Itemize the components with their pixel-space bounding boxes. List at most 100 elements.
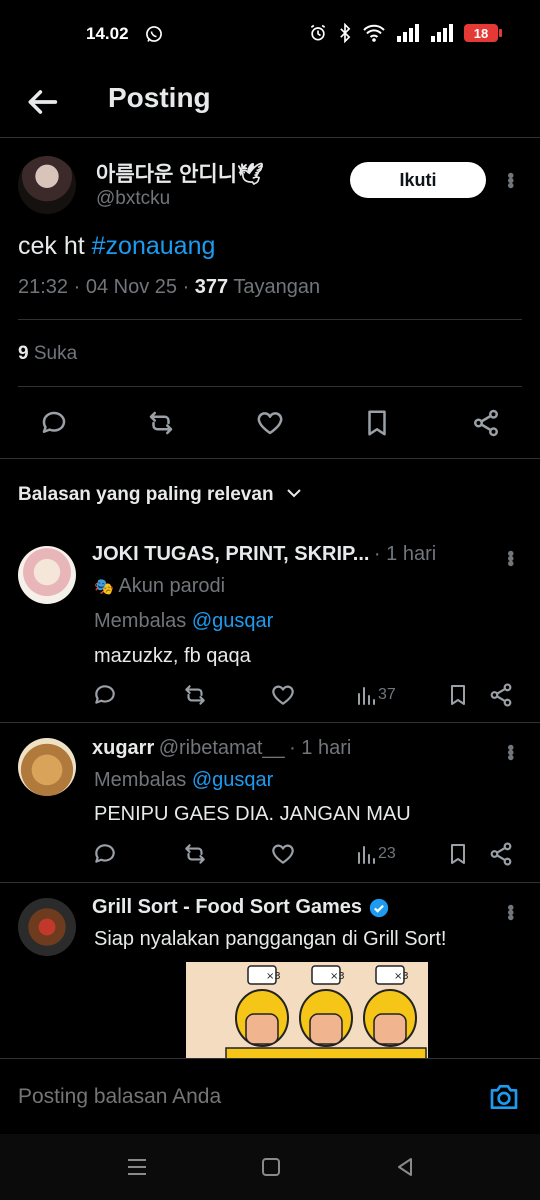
post-action-bar [0, 400, 540, 446]
repost-icon[interactable] [182, 841, 208, 872]
follow-button[interactable]: Ikuti [350, 162, 486, 198]
camera-icon[interactable] [488, 1082, 520, 1117]
divider [0, 882, 540, 883]
parody-badge: 🎭 Akun parodi [94, 575, 225, 598]
system-nav-bar [0, 1134, 540, 1200]
post-author-handle[interactable]: @bxtcku [96, 188, 170, 210]
page-title: Posting [108, 82, 211, 113]
status-bar: 14.02 18 [0, 0, 540, 64]
divider [18, 386, 522, 387]
post-date: 04 Nov 25 [85, 276, 178, 298]
repost-icon[interactable] [182, 682, 208, 713]
reply-header: xugarr @ribetamat__ · 1 hari [92, 737, 492, 760]
reply-icon[interactable] [38, 408, 70, 443]
ad-author-name[interactable]: Grill Sort - Food Sort Games [92, 896, 362, 919]
replying-to-handle[interactable]: @gusqar [192, 769, 273, 791]
like-icon[interactable] [270, 682, 296, 713]
ad-badge-2: ×3 [330, 971, 345, 982]
signal-icon-2 [431, 24, 453, 42]
ad-badge-1: ×3 [266, 971, 281, 982]
divider [0, 458, 540, 459]
system-back-icon[interactable] [394, 1156, 416, 1183]
ad-image[interactable]: ×3 ×3 ×3 [186, 962, 428, 1062]
reply-text: PENIPU GAES DIA. JANGAN MAU [94, 803, 411, 825]
reply-icon[interactable] [92, 841, 118, 872]
reply-action-bar: 37 [92, 682, 522, 712]
likes-label: Suka [33, 343, 78, 364]
reply-time: · 1 hari [289, 737, 352, 759]
back-arrow-icon[interactable] [22, 82, 62, 127]
divider [0, 722, 540, 723]
verified-badge-icon [369, 898, 389, 917]
more-options-icon[interactable]: ••• [499, 904, 521, 919]
post-views-label: Tayangan [233, 276, 321, 298]
alarm-icon [310, 24, 326, 41]
share-icon[interactable] [488, 682, 514, 713]
whatsapp-icon [144, 24, 164, 49]
more-options-icon[interactable]: ••• [499, 744, 521, 759]
post-time: 21:32 [18, 276, 69, 298]
replying-to: Membalas @gusqar [94, 769, 273, 792]
more-options-icon[interactable]: ••• [499, 172, 521, 187]
ad-badge-3: ×3 [394, 971, 409, 982]
reply-author-name[interactable]: xugarr [92, 737, 154, 759]
replying-label: Membalas [94, 610, 187, 632]
share-icon[interactable] [470, 408, 502, 443]
ad-text: Siap nyalakan panggangan di Grill Sort! [94, 928, 447, 950]
parody-badge-label: Akun parodi [118, 575, 226, 597]
status-time: 14.02 [86, 24, 129, 43]
views-stat[interactable]: 37 [356, 684, 396, 706]
bookmark-icon[interactable] [446, 682, 470, 713]
reply-text: mazuzkz, fb qaqa [94, 645, 251, 667]
views-count: 37 [378, 686, 396, 703]
bookmark-icon[interactable] [362, 408, 392, 443]
bluetooth-icon [340, 23, 351, 43]
views-stat[interactable]: 23 [356, 843, 396, 865]
post-author-avatar[interactable] [18, 156, 76, 214]
share-icon[interactable] [488, 841, 514, 872]
reply-author-handle[interactable]: @ribetamat__ [159, 737, 285, 759]
ad-avatar[interactable] [18, 898, 76, 956]
home-icon[interactable] [260, 1156, 282, 1183]
post-text-body: cek ht [18, 232, 85, 260]
reply-sort-label: Balasan yang paling relevan [18, 484, 274, 505]
replying-to: Membalas @gusqar [94, 610, 273, 633]
likes-summary[interactable]: 9 Suka [18, 343, 77, 365]
reply-avatar[interactable] [18, 738, 76, 796]
recent-apps-icon[interactable] [126, 1156, 148, 1183]
bookmark-icon[interactable] [446, 841, 470, 872]
chevron-down-icon [287, 489, 301, 498]
replying-to-handle[interactable]: @gusqar [192, 610, 273, 632]
battery-level: 18 [473, 25, 489, 41]
header: Posting [0, 64, 540, 138]
parody-mask-icon: 🎭 [94, 579, 114, 596]
post-text: cek ht #zonauang [18, 232, 215, 261]
ad-header: Grill Sort - Food Sort Games [92, 896, 390, 919]
hashtag-link[interactable]: #zonauang [92, 232, 216, 260]
signal-icon [397, 24, 419, 42]
reply-action-bar: 23 [92, 841, 522, 871]
likes-count: 9 [18, 343, 29, 364]
like-icon[interactable] [254, 408, 286, 443]
wifi-icon [363, 24, 385, 42]
reply-author-name[interactable]: JOKI TUGAS, PRINT, SKRIP... [92, 543, 369, 565]
reply-time: · 1 hari [373, 543, 437, 565]
reply-header: JOKI TUGAS, PRINT, SKRIP... · 1 hari [92, 543, 492, 566]
divider [18, 319, 522, 320]
views-count: 23 [378, 845, 396, 862]
replying-label: Membalas [94, 769, 187, 791]
repost-icon[interactable] [145, 408, 177, 443]
game-characters-illustration: ×3 ×3 ×3 [186, 962, 428, 1062]
more-options-icon[interactable]: ••• [499, 550, 521, 565]
reply-avatar[interactable] [18, 546, 76, 604]
post-author-name[interactable]: 아름다운 안디니🕊 [96, 158, 264, 188]
reply-icon[interactable] [92, 682, 118, 713]
reply-sort-dropdown[interactable]: Balasan yang paling relevan [18, 484, 303, 506]
reply-input[interactable] [18, 1085, 438, 1109]
battery-icon: 18 [464, 24, 502, 42]
views-chart-icon [358, 846, 375, 864]
views-chart-icon [358, 687, 375, 705]
like-icon[interactable] [270, 841, 296, 872]
post-views-count: 377 [194, 276, 229, 298]
status-icons: 18 [308, 23, 502, 43]
